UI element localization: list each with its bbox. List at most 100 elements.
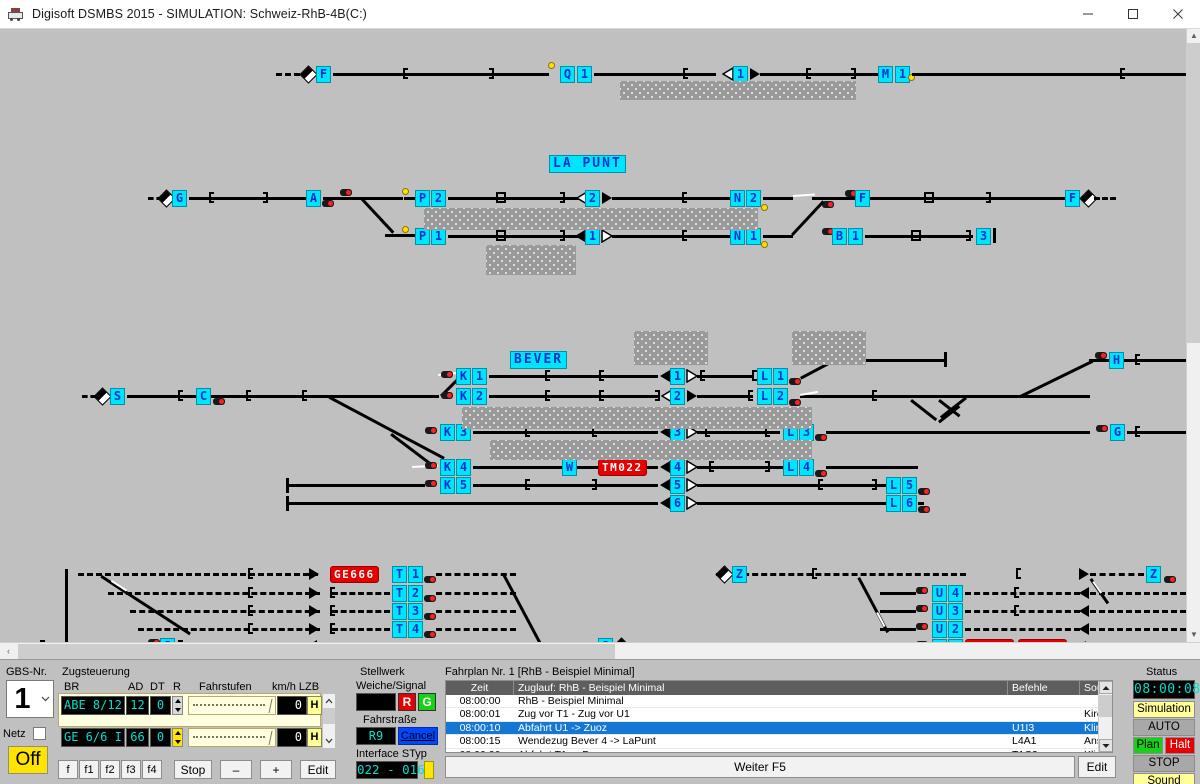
status-simulation-button[interactable]: Simulation	[1133, 701, 1195, 718]
track-label-p2-b[interactable]: 2	[431, 190, 446, 207]
signal-indicator[interactable]	[424, 576, 436, 583]
signal-arrow-right-filled[interactable]	[308, 622, 320, 636]
status-auto-button[interactable]: AUTO	[1133, 719, 1195, 736]
signal-arrow-right-filled[interactable]	[308, 604, 320, 618]
track-label-w-box[interactable]: W	[562, 459, 577, 476]
stop-button[interactable]: Stop	[174, 760, 212, 779]
track-label-u2-a[interactable]: U	[932, 621, 947, 638]
track-label-l2-a[interactable]: L	[757, 388, 772, 405]
track-label-l6-b[interactable]: 6	[902, 495, 917, 512]
track-label-b1-a[interactable]: B	[832, 228, 847, 245]
track-label-k5-b[interactable]: 5	[456, 477, 471, 494]
function-button-f4[interactable]: f4	[142, 760, 162, 779]
off-button[interactable]: Off	[8, 746, 48, 774]
switch-blade[interactable]	[876, 612, 886, 628]
track-label-p1-a[interactable]: P	[415, 228, 430, 245]
weiter-f5-button[interactable]: Weiter F5	[445, 756, 1075, 778]
track-label-bever-sig4[interactable]: 4	[670, 459, 685, 476]
train-1-lzb-value[interactable]: H	[307, 696, 322, 715]
status-stop-button[interactable]: STOP	[1133, 755, 1195, 772]
signal-indicator[interactable]	[918, 506, 930, 513]
timetable-scroll-thumb[interactable]	[1099, 695, 1112, 717]
track-label-q-num[interactable]: 1	[577, 66, 592, 83]
chevron-down-icon[interactable]	[38, 681, 53, 717]
track-label-k4-a[interactable]: K	[440, 459, 455, 476]
track-label-t2-b[interactable]: 2	[408, 585, 423, 602]
track-label-u3-a[interactable]: U	[932, 603, 947, 620]
train-scroll-down-arrow[interactable]	[323, 734, 335, 747]
signal-indicator[interactable]	[916, 587, 928, 594]
track-label-q[interactable]: Q	[560, 66, 575, 83]
train-1-dt-value[interactable]: 0	[150, 696, 171, 715]
signal-indicator[interactable]	[815, 470, 827, 477]
signal-arrow-right-filled[interactable]	[1078, 567, 1090, 581]
signal-indicator[interactable]	[441, 392, 453, 399]
track-label-bever-sig1[interactable]: 1	[670, 368, 685, 385]
gbs-number-combo[interactable]: 1	[6, 680, 54, 718]
track-label-t3-b[interactable]: 3	[408, 603, 423, 620]
track-label-bever-sig2[interactable]: 2	[670, 388, 685, 405]
signal-indicator[interactable]	[340, 189, 352, 196]
train-2-ad-value[interactable]: 66	[126, 728, 149, 747]
close-button[interactable]	[1155, 0, 1200, 29]
track-label-a[interactable]: A	[306, 190, 321, 207]
fahrplan-edit-button[interactable]: Edit	[1078, 756, 1116, 778]
cancel-route-button[interactable]: Cancel	[398, 727, 438, 745]
fahrstrasse-value[interactable]: R9	[356, 727, 396, 745]
signal-indicator[interactable]	[441, 371, 453, 378]
track-label-f-right[interactable]: F	[1065, 190, 1080, 207]
track-label-l5-b[interactable]: 5	[902, 477, 917, 494]
timetable-scroll-up-arrow[interactable]	[1099, 681, 1112, 694]
train-1-direction-spinner[interactable]	[172, 696, 183, 715]
track-label-s-left[interactable]: S	[110, 388, 125, 405]
track-label-u3-b[interactable]: 3	[948, 603, 963, 620]
signal-arrow-left-filled[interactable]	[1078, 586, 1090, 600]
signal-indicator[interactable]	[918, 488, 930, 495]
signal-indicator[interactable]	[424, 613, 436, 620]
signal-green-button[interactable]: G	[418, 693, 436, 711]
table-row[interactable]: 08:00:20 Abfahrt T1 -> Bever T1C3 Klinge…	[446, 749, 1112, 752]
train-1-speed-value[interactable]: 0	[277, 696, 307, 715]
track-label-t2-a[interactable]: T	[392, 585, 407, 602]
canvas-horizontal-scrollbar[interactable]: ‹	[0, 642, 1200, 659]
track-label-u2-b[interactable]: 2	[948, 621, 963, 638]
signal-indicator[interactable]	[424, 631, 436, 638]
function-button-f1[interactable]: f1	[79, 760, 99, 779]
track-label-t1-b[interactable]: 1	[408, 566, 423, 583]
train-marker-ge666[interactable]: GE666	[330, 566, 379, 583]
table-row-selected[interactable]: 08:00:10 Abfahrt U1 -> Zuoz U1I3 Klingel	[446, 721, 1112, 736]
scroll-thumb-horizontal[interactable]	[18, 643, 615, 659]
train-2-br-value[interactable]: GE 6/6 I	[61, 728, 125, 747]
track-label-n1-b[interactable]: 1	[746, 228, 761, 245]
signal-indicator[interactable]	[789, 399, 801, 406]
table-row[interactable]: 08:00:01 Zug vor T1 - Zug vor U1 Kirchen	[446, 708, 1112, 722]
train-2-direction-spinner[interactable]	[172, 728, 183, 747]
track-label-m[interactable]: M	[878, 66, 893, 83]
interface-stype-value[interactable]: 022 - 016	[356, 761, 425, 779]
track-label-b1-b[interactable]: 1	[848, 228, 863, 245]
signal-indicator[interactable]	[425, 480, 437, 487]
track-label-t1-a[interactable]: T	[392, 566, 407, 583]
signal-indicator[interactable]	[815, 434, 827, 441]
track-label-l1-b[interactable]: 1	[773, 368, 788, 385]
track-label-k3-a[interactable]: K	[440, 424, 455, 441]
signal-red-button[interactable]: R	[398, 693, 416, 711]
speed-decrease-button[interactable]: –	[220, 760, 252, 779]
weiche-signal-value[interactable]	[356, 693, 396, 711]
track-label-c[interactable]: C	[196, 388, 211, 405]
track-label-z-right[interactable]: Z	[1146, 566, 1161, 583]
track-label-l4-a[interactable]: L	[783, 459, 798, 476]
function-button-f3[interactable]: f3	[121, 760, 141, 779]
track-label-three[interactable]: 3	[976, 228, 991, 245]
train-edit-button[interactable]: Edit	[300, 760, 336, 779]
signal-indicator[interactable]	[1096, 425, 1108, 432]
track-label-bever-sig6[interactable]: 6	[670, 495, 685, 512]
track-label-l5-a[interactable]: L	[886, 477, 901, 494]
track-label-p2-a[interactable]: P	[415, 190, 430, 207]
function-button-f2[interactable]: f2	[100, 760, 120, 779]
track-label-k1-a[interactable]: K	[456, 368, 471, 385]
minimize-button[interactable]	[1065, 0, 1110, 29]
signal-arrow-right-filled[interactable]	[308, 586, 320, 600]
track-label-t4-b[interactable]: 4	[408, 621, 423, 638]
track-label-k1-b[interactable]: 1	[472, 368, 487, 385]
